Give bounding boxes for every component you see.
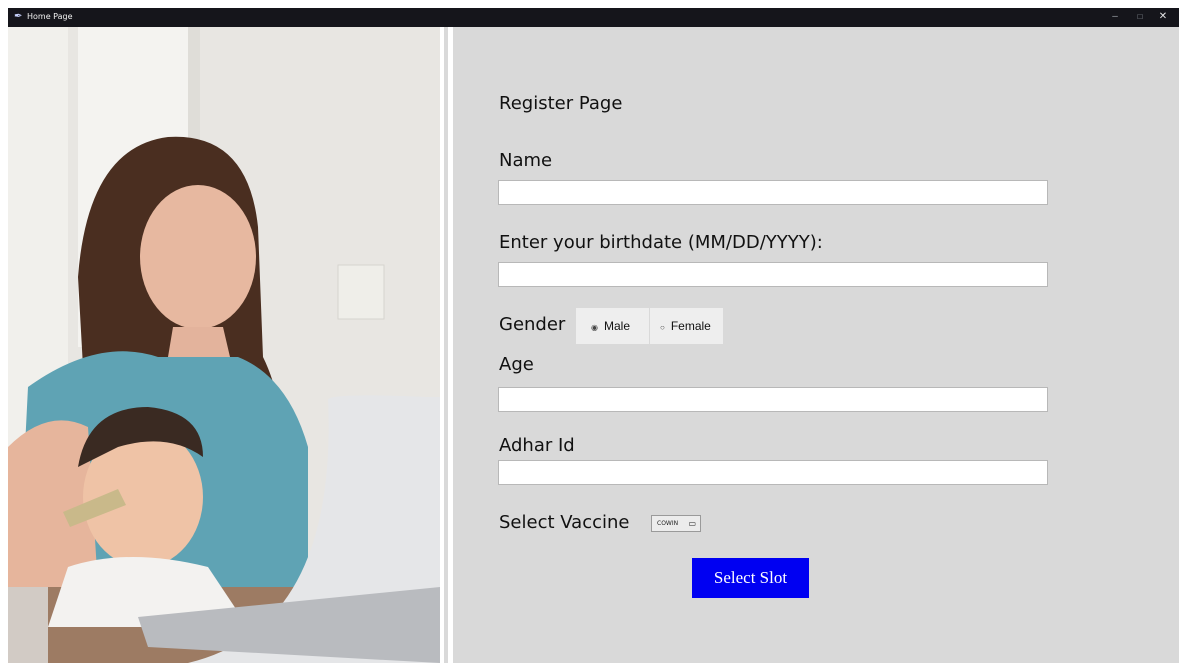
radio-selected-icon: ◉ [591,323,598,332]
page-title: Register Page [499,93,623,114]
feather-icon: ✒ [14,11,23,22]
name-input[interactable] [498,180,1048,205]
age-input[interactable] [498,387,1048,412]
name-label: Name [499,150,553,171]
panel-divider [440,27,453,663]
select-slot-button[interactable]: Select Slot [692,558,809,598]
close-button[interactable]: ✕ [1153,9,1173,25]
register-form: Register Page Name Enter your birthdate … [453,27,1179,663]
adhar-label: Adhar Id [499,435,575,456]
gender-male-radio[interactable]: ◉ Male [576,308,649,344]
minimize-button[interactable]: – [1105,9,1125,25]
vaccine-label: Select Vaccine [499,512,630,533]
photo-illustration [8,27,440,663]
vaccine-select[interactable]: COWIN ▭ [651,515,701,532]
birthdate-input[interactable] [498,262,1048,287]
adhar-input[interactable] [498,460,1048,485]
birthdate-label: Enter your birthdate (MM/DD/YYYY): [499,232,823,253]
gender-female-radio[interactable]: ○ Female [650,308,723,344]
radio-unselected-icon: ○ [660,323,665,332]
hero-photo [8,27,440,663]
age-label: Age [499,354,534,375]
maximize-button[interactable]: □ [1130,9,1150,25]
window-title: Home Page [27,12,73,21]
option-indicator-icon: ▭ [688,519,696,528]
title-bar: ✒ Home Page – □ ✕ [8,8,1179,27]
gender-label: Gender [499,314,566,335]
